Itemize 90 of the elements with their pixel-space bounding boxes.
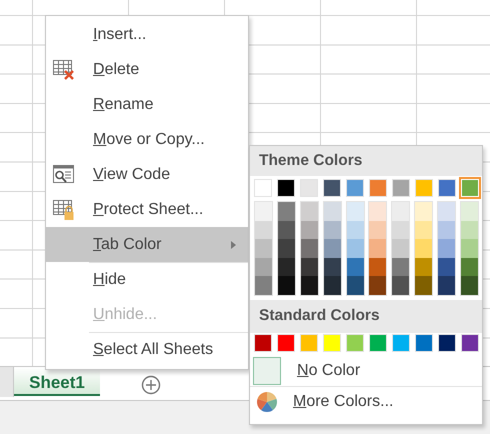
- color-swatch[interactable]: [369, 239, 386, 258]
- menu-item[interactable]: Hide: [46, 262, 248, 297]
- color-swatch[interactable]: [438, 179, 456, 197]
- add-sheet-icon[interactable]: [141, 375, 161, 395]
- color-swatch[interactable]: [300, 334, 318, 352]
- menu-item[interactable]: Select All Sheets: [46, 332, 248, 367]
- color-swatch[interactable]: [254, 179, 272, 197]
- view-code-icon: [52, 164, 76, 186]
- color-swatch[interactable]: [255, 276, 272, 295]
- color-swatch[interactable]: [369, 179, 387, 197]
- color-swatch[interactable]: [323, 179, 341, 197]
- menu-item[interactable]: Tab Color: [46, 227, 248, 262]
- color-swatch[interactable]: [278, 258, 295, 276]
- color-swatch[interactable]: [324, 220, 341, 240]
- color-swatch[interactable]: [461, 334, 479, 352]
- color-swatch[interactable]: [300, 276, 318, 295]
- color-swatch[interactable]: [392, 258, 410, 276]
- menu-item[interactable]: Protect Sheet...: [46, 192, 248, 227]
- color-swatch[interactable]: [369, 220, 386, 240]
- color-swatch[interactable]: [392, 220, 410, 240]
- color-swatch[interactable]: [392, 202, 410, 221]
- color-swatch[interactable]: [254, 334, 272, 352]
- color-swatch[interactable]: [277, 334, 295, 352]
- menu-item[interactable]: Move or Copy...: [46, 122, 248, 157]
- delete-sheet-icon: [52, 58, 76, 80]
- color-swatch[interactable]: [278, 220, 295, 240]
- color-swatch[interactable]: [369, 258, 386, 276]
- color-swatch[interactable]: [438, 239, 455, 258]
- color-swatch[interactable]: [324, 239, 341, 258]
- menu-item[interactable]: Delete: [46, 52, 248, 87]
- no-color-item[interactable]: No Color: [297, 362, 360, 380]
- protect-sheet-icon: [52, 198, 76, 220]
- color-swatch[interactable]: [300, 239, 318, 258]
- color-swatch[interactable]: [415, 239, 432, 258]
- color-swatch[interactable]: [300, 202, 318, 221]
- color-swatch[interactable]: [415, 276, 432, 295]
- color-swatch[interactable]: [300, 179, 318, 197]
- color-swatch[interactable]: [324, 202, 341, 221]
- color-swatch[interactable]: [324, 258, 341, 276]
- menu-item[interactable]: Insert...: [46, 17, 248, 52]
- color-swatch[interactable]: [255, 220, 272, 240]
- more-colors-item[interactable]: More Colors...: [293, 392, 394, 411]
- color-swatch[interactable]: [460, 202, 478, 221]
- color-swatch[interactable]: [346, 220, 364, 240]
- color-swatch[interactable]: [324, 276, 341, 295]
- color-swatch[interactable]: [346, 276, 364, 295]
- color-swatch[interactable]: [255, 258, 272, 276]
- color-wheel-icon: [256, 390, 278, 413]
- color-swatch[interactable]: [392, 334, 410, 352]
- color-swatch[interactable]: [460, 276, 478, 295]
- color-swatch[interactable]: [438, 276, 455, 295]
- color-swatch[interactable]: [278, 202, 295, 221]
- color-swatch[interactable]: [278, 239, 295, 258]
- color-swatch[interactable]: [415, 220, 432, 240]
- color-swatch[interactable]: [369, 334, 387, 352]
- color-swatch[interactable]: [278, 276, 295, 295]
- color-swatch[interactable]: [460, 239, 478, 258]
- color-swatch[interactable]: [369, 276, 386, 295]
- menu-item[interactable]: Rename: [46, 87, 248, 122]
- color-swatch[interactable]: [438, 220, 455, 240]
- color-swatch[interactable]: [392, 239, 410, 258]
- color-swatch[interactable]: [346, 258, 364, 276]
- color-swatch[interactable]: [300, 220, 318, 240]
- color-swatch[interactable]: [346, 334, 364, 352]
- color-swatch[interactable]: [346, 202, 364, 221]
- color-swatch[interactable]: [300, 258, 318, 276]
- color-swatch[interactable]: [415, 258, 432, 276]
- color-swatch[interactable]: [323, 334, 341, 352]
- color-swatch[interactable]: [392, 276, 410, 295]
- color-swatch[interactable]: [346, 179, 364, 197]
- color-swatch[interactable]: [415, 202, 432, 221]
- section-header: Theme Colors: [250, 146, 482, 176]
- menu-item[interactable]: View Code: [46, 157, 248, 192]
- color-swatch[interactable]: [438, 258, 455, 276]
- color-swatch[interactable]: [346, 239, 364, 258]
- color-swatch[interactable]: [438, 202, 455, 221]
- color-swatch[interactable]: [415, 334, 433, 352]
- color-swatch[interactable]: [255, 239, 272, 258]
- color-swatch[interactable]: [255, 202, 272, 221]
- section-header: Standard Colors: [250, 300, 482, 333]
- sheet-tab[interactable]: Sheet1: [14, 367, 100, 396]
- color-swatch[interactable]: [438, 334, 456, 352]
- color-swatch[interactable]: [369, 202, 386, 221]
- color-swatch[interactable]: [460, 220, 478, 240]
- no-color-swatch: [253, 356, 281, 385]
- submenu-arrow-icon: [231, 241, 236, 249]
- color-swatch[interactable]: [415, 179, 433, 197]
- color-swatch[interactable]: [460, 258, 478, 276]
- color-swatch[interactable]: [277, 179, 295, 197]
- color-swatch[interactable]: [392, 179, 410, 197]
